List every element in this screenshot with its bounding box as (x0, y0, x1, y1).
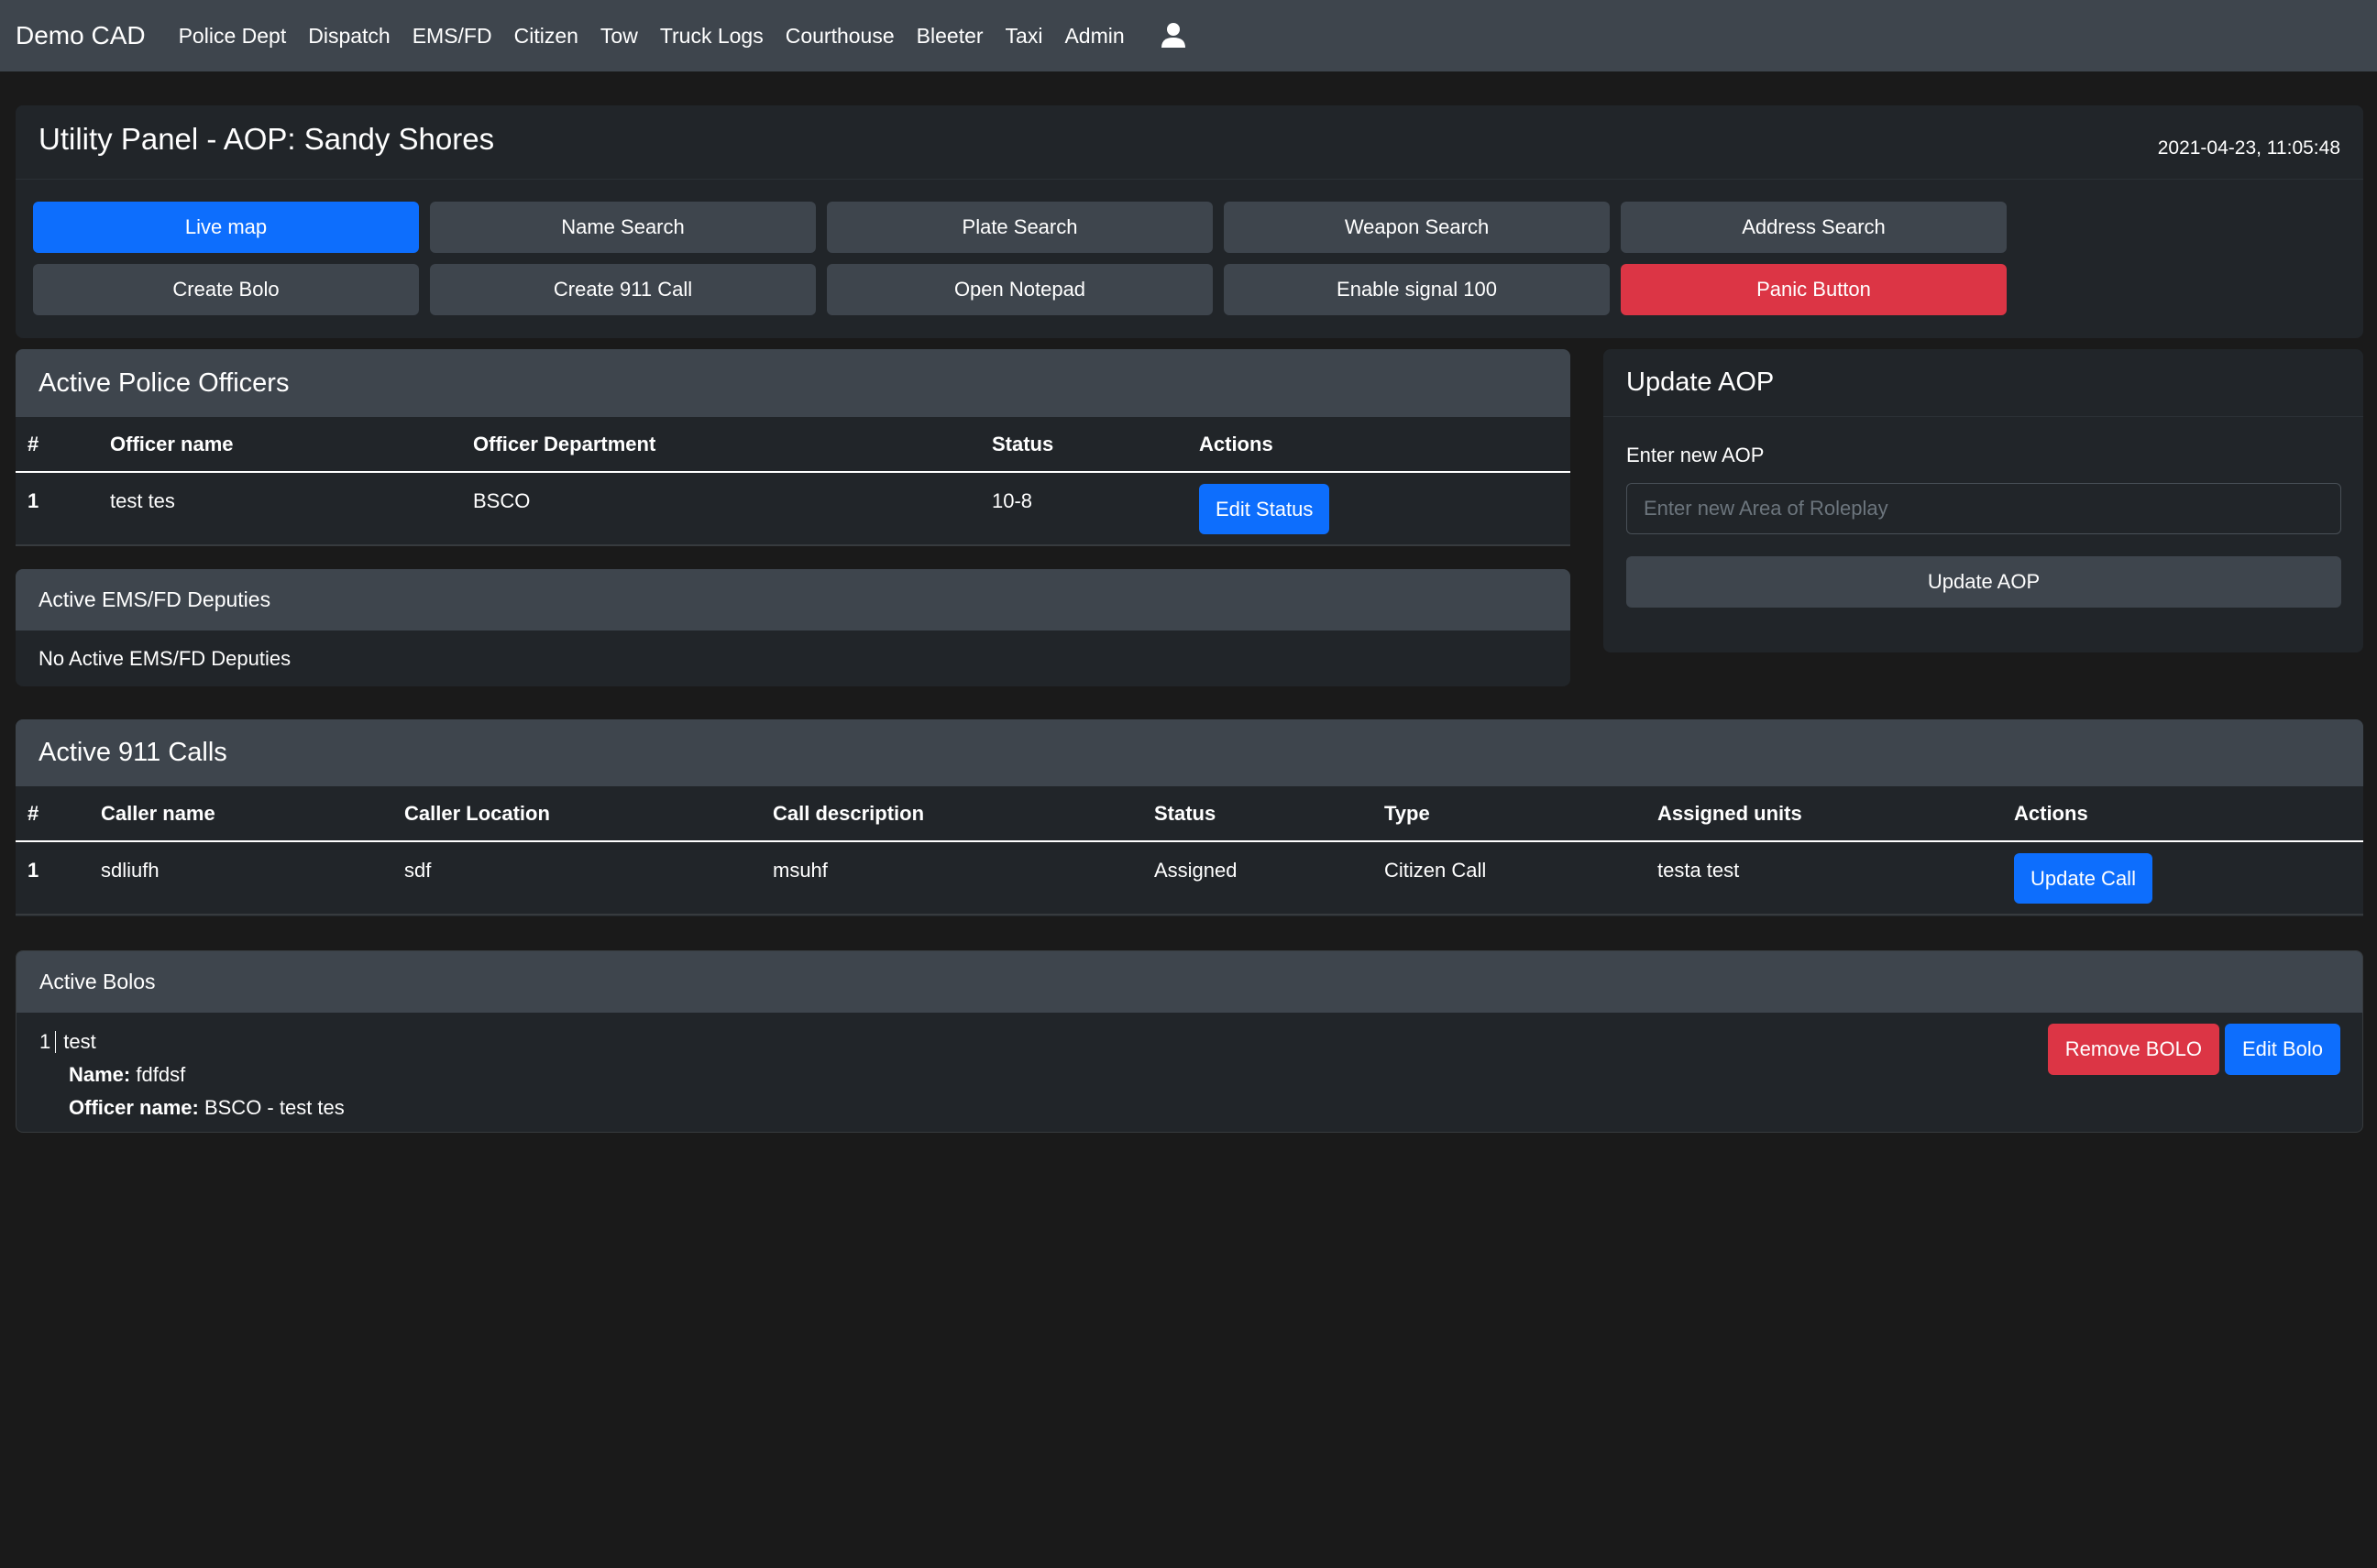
nav-citizen[interactable]: Citizen (514, 24, 578, 49)
user-icon[interactable] (1158, 20, 1189, 51)
call-type: Citizen Call (1384, 859, 1487, 882)
call-actions: Update Call (2002, 841, 2363, 915)
ems-empty-text: No Active EMS/FD Deputies (39, 647, 292, 670)
panic-button[interactable]: Panic Button (1621, 264, 2007, 315)
active-bolos-panel: Active Bolos 1 test Name: fdfdsf Officer… (16, 950, 2363, 1133)
bolo-number: 1 (39, 1031, 57, 1053)
table-row: 1 test tes BSCO 10-8 Edit Status (16, 472, 1570, 545)
officer-actions: Edit Status (1187, 472, 1570, 545)
col-number: # (16, 786, 89, 842)
col-caller-name: Caller name (89, 786, 392, 842)
active-ems-header: Active EMS/FD Deputies (16, 569, 1570, 630)
bolo-name-line: Name: fdfdsf (39, 1058, 2339, 1091)
edit-status-button[interactable]: Edit Status (1199, 484, 1330, 534)
call-description: msuhf (773, 859, 828, 882)
aop-input[interactable] (1626, 483, 2341, 534)
col-type: Type (1372, 786, 1645, 842)
bolo-name-label: Name: (69, 1063, 131, 1086)
timestamp: 2021-04-23, 11:05:48 (2157, 137, 2340, 159)
bolo-actions: Remove BOLO Edit Bolo (2047, 1024, 2340, 1075)
nav-courthouse[interactable]: Courthouse (786, 24, 895, 49)
update-aop-panel: Update AOP Enter new AOP Update AOP (1603, 349, 2363, 652)
create-911-call-button[interactable]: Create 911 Call (430, 264, 816, 315)
active-bolos-header: Active Bolos (17, 951, 2362, 1013)
bolo-officer-line: Officer name: BSCO - test tes (39, 1091, 2339, 1124)
utility-panel: Utility Panel - AOP: Sandy Shores 2021-0… (16, 105, 2363, 338)
active-calls-header: Active 911 Calls (16, 719, 2363, 786)
update-aop-button[interactable]: Update AOP (1626, 556, 2341, 608)
nav-bleeter[interactable]: Bleeter (917, 24, 984, 49)
aop-input-label: Enter new AOP (1626, 444, 1765, 466)
active-officers-header: Active Police Officers (16, 349, 1570, 417)
create-bolo-button[interactable]: Create Bolo (33, 264, 419, 315)
col-actions: Actions (2002, 786, 2363, 842)
weapon-search-button[interactable]: Weapon Search (1224, 202, 1610, 253)
officer-department: BSCO (473, 489, 531, 512)
caller-location: sdf (404, 859, 432, 882)
bolo-title-line: 1 test (39, 1025, 2339, 1058)
bolo-item: 1 test Name: fdfdsf Officer name: BSCO -… (17, 1013, 2362, 1132)
col-status: Status (1142, 786, 1372, 842)
table-row: 1 sdliufh sdf msuhf Assigned Citizen Cal… (16, 841, 2363, 915)
col-actions: Actions (1187, 417, 1570, 473)
nav-truck-logs[interactable]: Truck Logs (660, 24, 764, 49)
col-number: # (16, 417, 98, 473)
nav-police-dept[interactable]: Police Dept (179, 24, 287, 49)
col-officer-department: Officer Department (461, 417, 980, 473)
update-aop-header: Update AOP (1603, 349, 2363, 417)
page-title: Utility Panel - AOP: Sandy Shores (39, 122, 495, 156)
officer-name: test tes (110, 489, 175, 512)
navbar: Demo CAD Police Dept Dispatch EMS/FD Cit… (0, 0, 2377, 71)
active-calls-panel: Active 911 Calls # Caller name Caller Lo… (16, 719, 2363, 916)
assigned-units: testa test (1657, 859, 1740, 882)
row-number: 1 (28, 489, 39, 512)
update-call-button[interactable]: Update Call (2014, 853, 2152, 904)
nav-ems-fd[interactable]: EMS/FD (413, 24, 492, 49)
utility-panel-header: Utility Panel - AOP: Sandy Shores 2021-0… (16, 105, 2363, 180)
col-officer-name: Officer name (98, 417, 461, 473)
name-search-button[interactable]: Name Search (430, 202, 816, 253)
calls-table: # Caller name Caller Location Call descr… (16, 786, 2363, 916)
active-ems-panel: Active EMS/FD Deputies No Active EMS/FD … (16, 569, 1570, 686)
nav-dispatch[interactable]: Dispatch (308, 24, 390, 49)
open-notepad-button[interactable]: Open Notepad (827, 264, 1213, 315)
nav-tow[interactable]: Tow (600, 24, 638, 49)
col-assigned-units: Assigned units (1645, 786, 2002, 842)
row-number: 1 (28, 859, 39, 882)
col-caller-location: Caller Location (392, 786, 761, 842)
edit-bolo-button[interactable]: Edit Bolo (2224, 1024, 2340, 1075)
remove-bolo-button[interactable]: Remove BOLO (2047, 1024, 2219, 1075)
calls-table-header: # Caller name Caller Location Call descr… (16, 786, 2363, 842)
brand-link[interactable]: Demo CAD (16, 21, 146, 50)
bolo-title: test (63, 1030, 96, 1053)
col-call-description: Call description (761, 786, 1142, 842)
active-officers-panel: Active Police Officers # Officer name Of… (16, 349, 1570, 546)
officers-table: # Officer name Officer Department Status… (16, 417, 1570, 546)
nav-taxi[interactable]: Taxi (1006, 24, 1043, 49)
bolo-name-value: fdfdsf (136, 1063, 186, 1086)
officer-status: 10-8 (992, 489, 1033, 512)
nav-admin[interactable]: Admin (1064, 24, 1124, 49)
call-status: Assigned (1154, 859, 1238, 882)
caller-name: sdliufh (101, 859, 160, 882)
bolo-officer-label: Officer name: (69, 1096, 199, 1119)
live-map-button[interactable]: Live map (33, 202, 419, 253)
enable-signal-100-button[interactable]: Enable signal 100 (1224, 264, 1610, 315)
address-search-button[interactable]: Address Search (1621, 202, 2007, 253)
officers-table-header: # Officer name Officer Department Status… (16, 417, 1570, 473)
plate-search-button[interactable]: Plate Search (827, 202, 1213, 253)
col-status: Status (980, 417, 1187, 473)
bolo-officer-value: BSCO - test tes (204, 1096, 345, 1119)
utility-button-grid: Live map Name Search Plate Search Weapon… (33, 202, 2007, 315)
